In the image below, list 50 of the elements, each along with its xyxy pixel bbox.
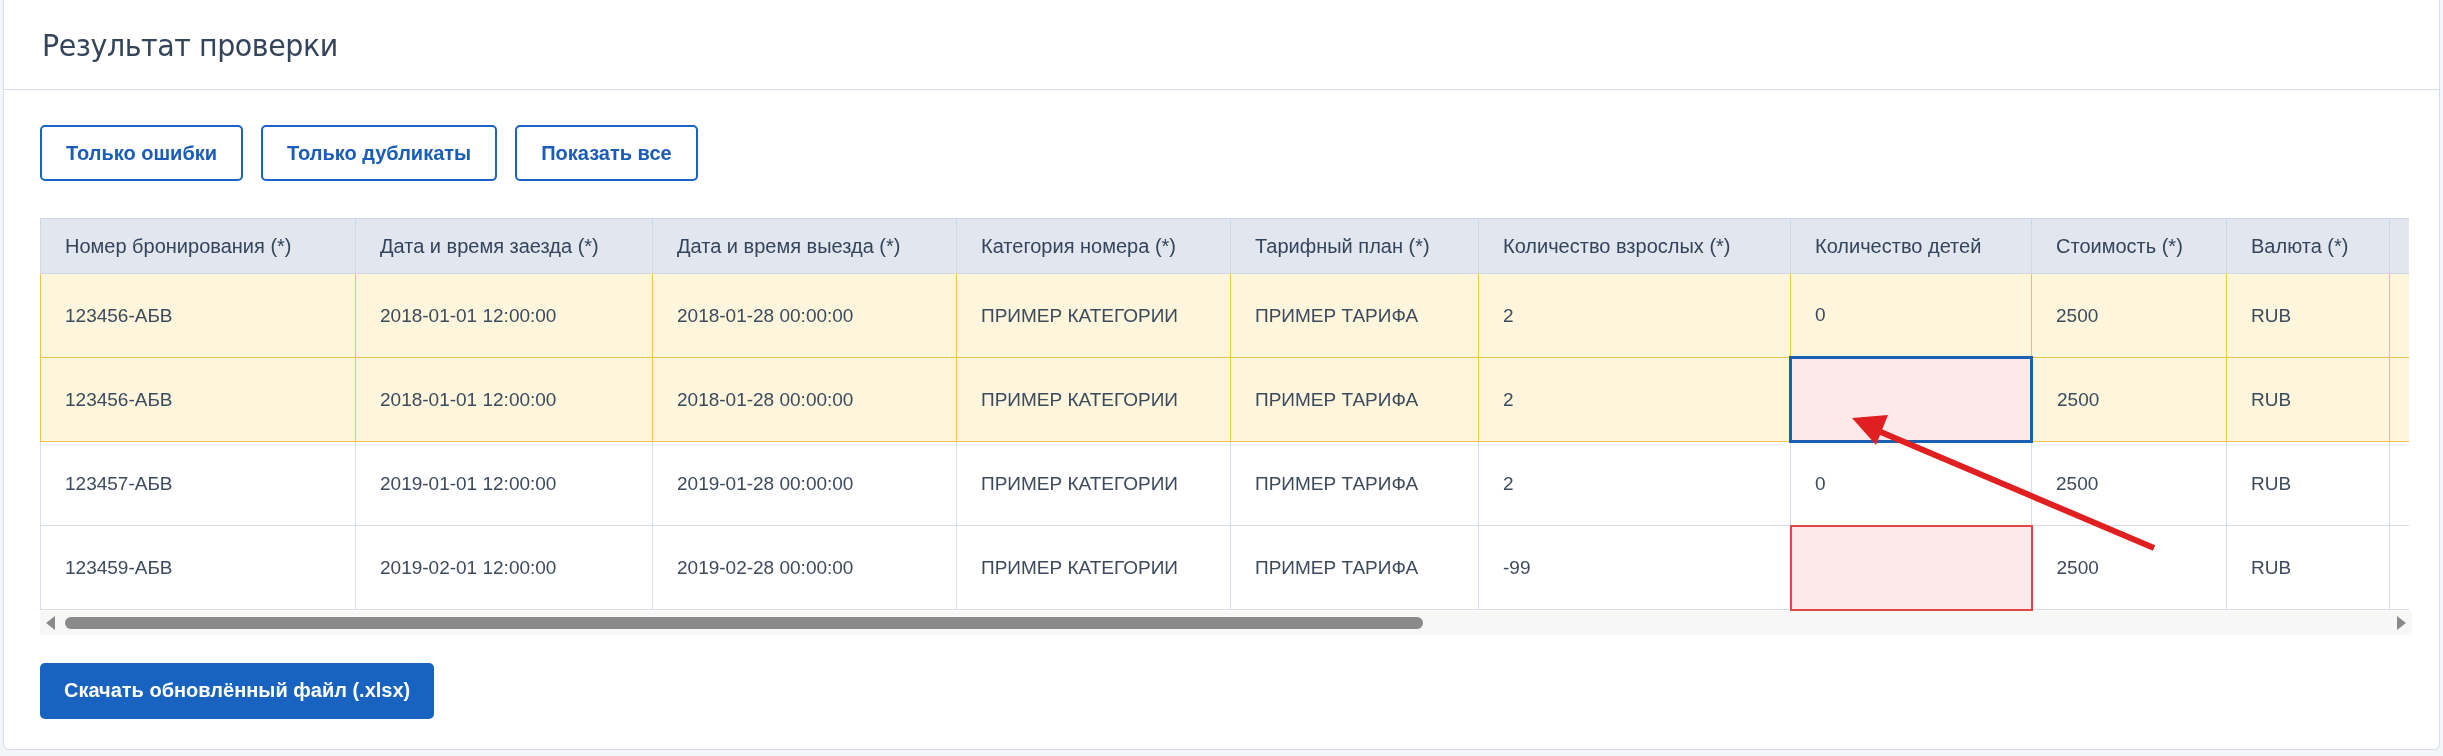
table-cell: 2 xyxy=(1478,273,1791,358)
column-header: Категория номера (*) xyxy=(956,218,1231,274)
table-cell: 2019-02-01 12:00:00 xyxy=(355,525,653,610)
table-cell: 2019-01-01 12:00:00 xyxy=(355,441,653,526)
column-header: Стоимость (*) xyxy=(2031,218,2227,274)
table-cell: 0 xyxy=(1790,441,2032,526)
column-header: Номер бронирования (*) xyxy=(40,218,356,274)
table-cell: 2 xyxy=(1478,357,1791,442)
table-cell: 123456-АБВ xyxy=(40,273,356,358)
table-cell: 2500 xyxy=(2031,357,2227,442)
table-cell: ПРИМЕР КАТЕГОРИИ xyxy=(956,441,1231,526)
column-header: Валюта (*) xyxy=(2226,218,2390,274)
table-cell: -99 xyxy=(1478,525,1791,610)
download-button[interactable]: Скачать обновлённый файл (.xlsx) xyxy=(40,662,435,719)
table-cell: 123459-АБВ xyxy=(40,525,356,610)
table-cell: 2500 xyxy=(2031,441,2227,526)
table-cell: 123456-АБВ xyxy=(40,357,356,442)
panel-title: Результат проверки xyxy=(42,26,338,63)
table-cell: 2019-01-28 00:00:00 xyxy=(652,441,957,526)
table-cell: 123457-АБВ xyxy=(40,441,356,526)
table-cell: ПРИМЕР КАТЕГОРИИ xyxy=(956,357,1231,442)
table-cell: ПРИМЕР ТАРИФА xyxy=(1230,441,1479,526)
column-header: Количество детей xyxy=(1790,218,2032,274)
table-cell: ПРИМЕР ТАРИФА xyxy=(1230,273,1479,358)
column-header: Дата и время выезда (*) xyxy=(652,218,957,274)
table-cell: RUB xyxy=(2226,525,2390,610)
table-cell: 2 xyxy=(1478,441,1791,526)
table-cell: 2018-01-01 12:00:00 xyxy=(355,357,653,442)
table-cell: 2019-02-28 00:00:00 xyxy=(652,525,957,610)
table-cell: RUB xyxy=(2226,357,2390,442)
table-cell: ПРИМЕР ТАРИФА xyxy=(1230,525,1479,610)
table-cell: RUB xyxy=(2226,441,2390,526)
table-cell: ПРИМЕР ТАРИФА xyxy=(1230,357,1479,442)
table-cell: ПРИМЕР КАТЕГОРИИ xyxy=(956,273,1231,358)
table-cell: 2018-01-28 00:00:00 xyxy=(652,273,957,358)
filter-button[interactable]: Только дубликаты xyxy=(261,125,498,181)
table-cell: 2500 xyxy=(2031,273,2227,358)
column-header: Тарифный план (*) xyxy=(1230,218,1479,274)
table-cell: 2018-01-28 00:00:00 xyxy=(652,357,957,442)
table-cell: 2500 xyxy=(2031,525,2227,610)
table-cell: RUB xyxy=(2226,273,2390,358)
column-header: Дата и время заезда (*) xyxy=(355,218,653,274)
table-cell: 2018-01-01 12:00:00 xyxy=(355,273,653,358)
filter-button[interactable]: Показать все xyxy=(515,125,698,181)
table-cell: 0 xyxy=(1790,273,2032,358)
table-cell: ПРИМЕР КАТЕГОРИИ xyxy=(956,525,1231,610)
filter-button[interactable]: Только ошибки xyxy=(40,125,244,181)
column-header xyxy=(2389,218,2409,274)
horizontal-scrollbar[interactable] xyxy=(40,610,2412,635)
column-header: Количество взрослых (*) xyxy=(1478,218,1791,274)
